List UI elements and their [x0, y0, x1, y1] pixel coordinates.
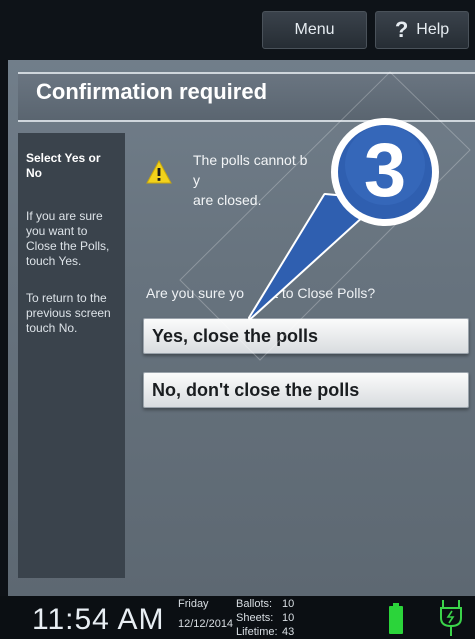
sheets-label: Sheets: — [236, 612, 274, 624]
instruction-heading: Select Yes or No — [26, 151, 101, 180]
sheets-count: 10 — [282, 612, 295, 624]
question-start: Are you sure yo — [146, 285, 245, 301]
question-end: t to Close Polls? — [274, 285, 376, 301]
dialog-title: Confirmation required — [36, 79, 268, 104]
yes-button-label: Yes, close the polls — [152, 325, 319, 346]
confirm-question: Are you sure yo t to Close Polls? — [146, 285, 375, 301]
clock: 11:54 AM — [32, 603, 165, 636]
plug-icon — [440, 600, 462, 636]
help-label: Help — [416, 21, 450, 38]
help-button[interactable]: ? Help — [375, 11, 469, 49]
instruction-yes: If you are sure you want to Close the Po… — [26, 209, 110, 268]
menu-label: Menu — [294, 21, 335, 38]
no-button-label: No, don't close the polls — [152, 379, 360, 400]
warning-line1: The polls cannot b — [193, 152, 308, 168]
no-dont-close-button[interactable]: No, don't close the polls — [143, 372, 469, 408]
instruction-no: To return to the previous screen touch N… — [26, 291, 111, 335]
lifetime-count: 43 — [282, 626, 295, 638]
warning-line1-end: y — [193, 172, 200, 188]
warning-line2: are closed. — [193, 192, 262, 208]
yes-close-polls-button[interactable]: Yes, close the polls — [143, 318, 469, 354]
date-label: 12/12/2014 — [178, 618, 234, 630]
top-bar: Menu ? Help — [0, 0, 475, 60]
lifetime-label: Lifetime: — [236, 626, 278, 638]
battery-icon — [389, 603, 403, 634]
day-label: Friday — [178, 598, 209, 610]
warning-icon — [146, 160, 172, 184]
help-icon: ? — [394, 17, 409, 42]
ballots-label: Ballots: — [236, 598, 273, 610]
instruction-panel: Select Yes or No If you are sure you wan… — [18, 133, 125, 578]
ballots-count: 10 — [282, 598, 295, 610]
warning-message: The polls cannot b y are closed. — [193, 150, 463, 210]
menu-button[interactable]: Menu — [262, 11, 367, 49]
